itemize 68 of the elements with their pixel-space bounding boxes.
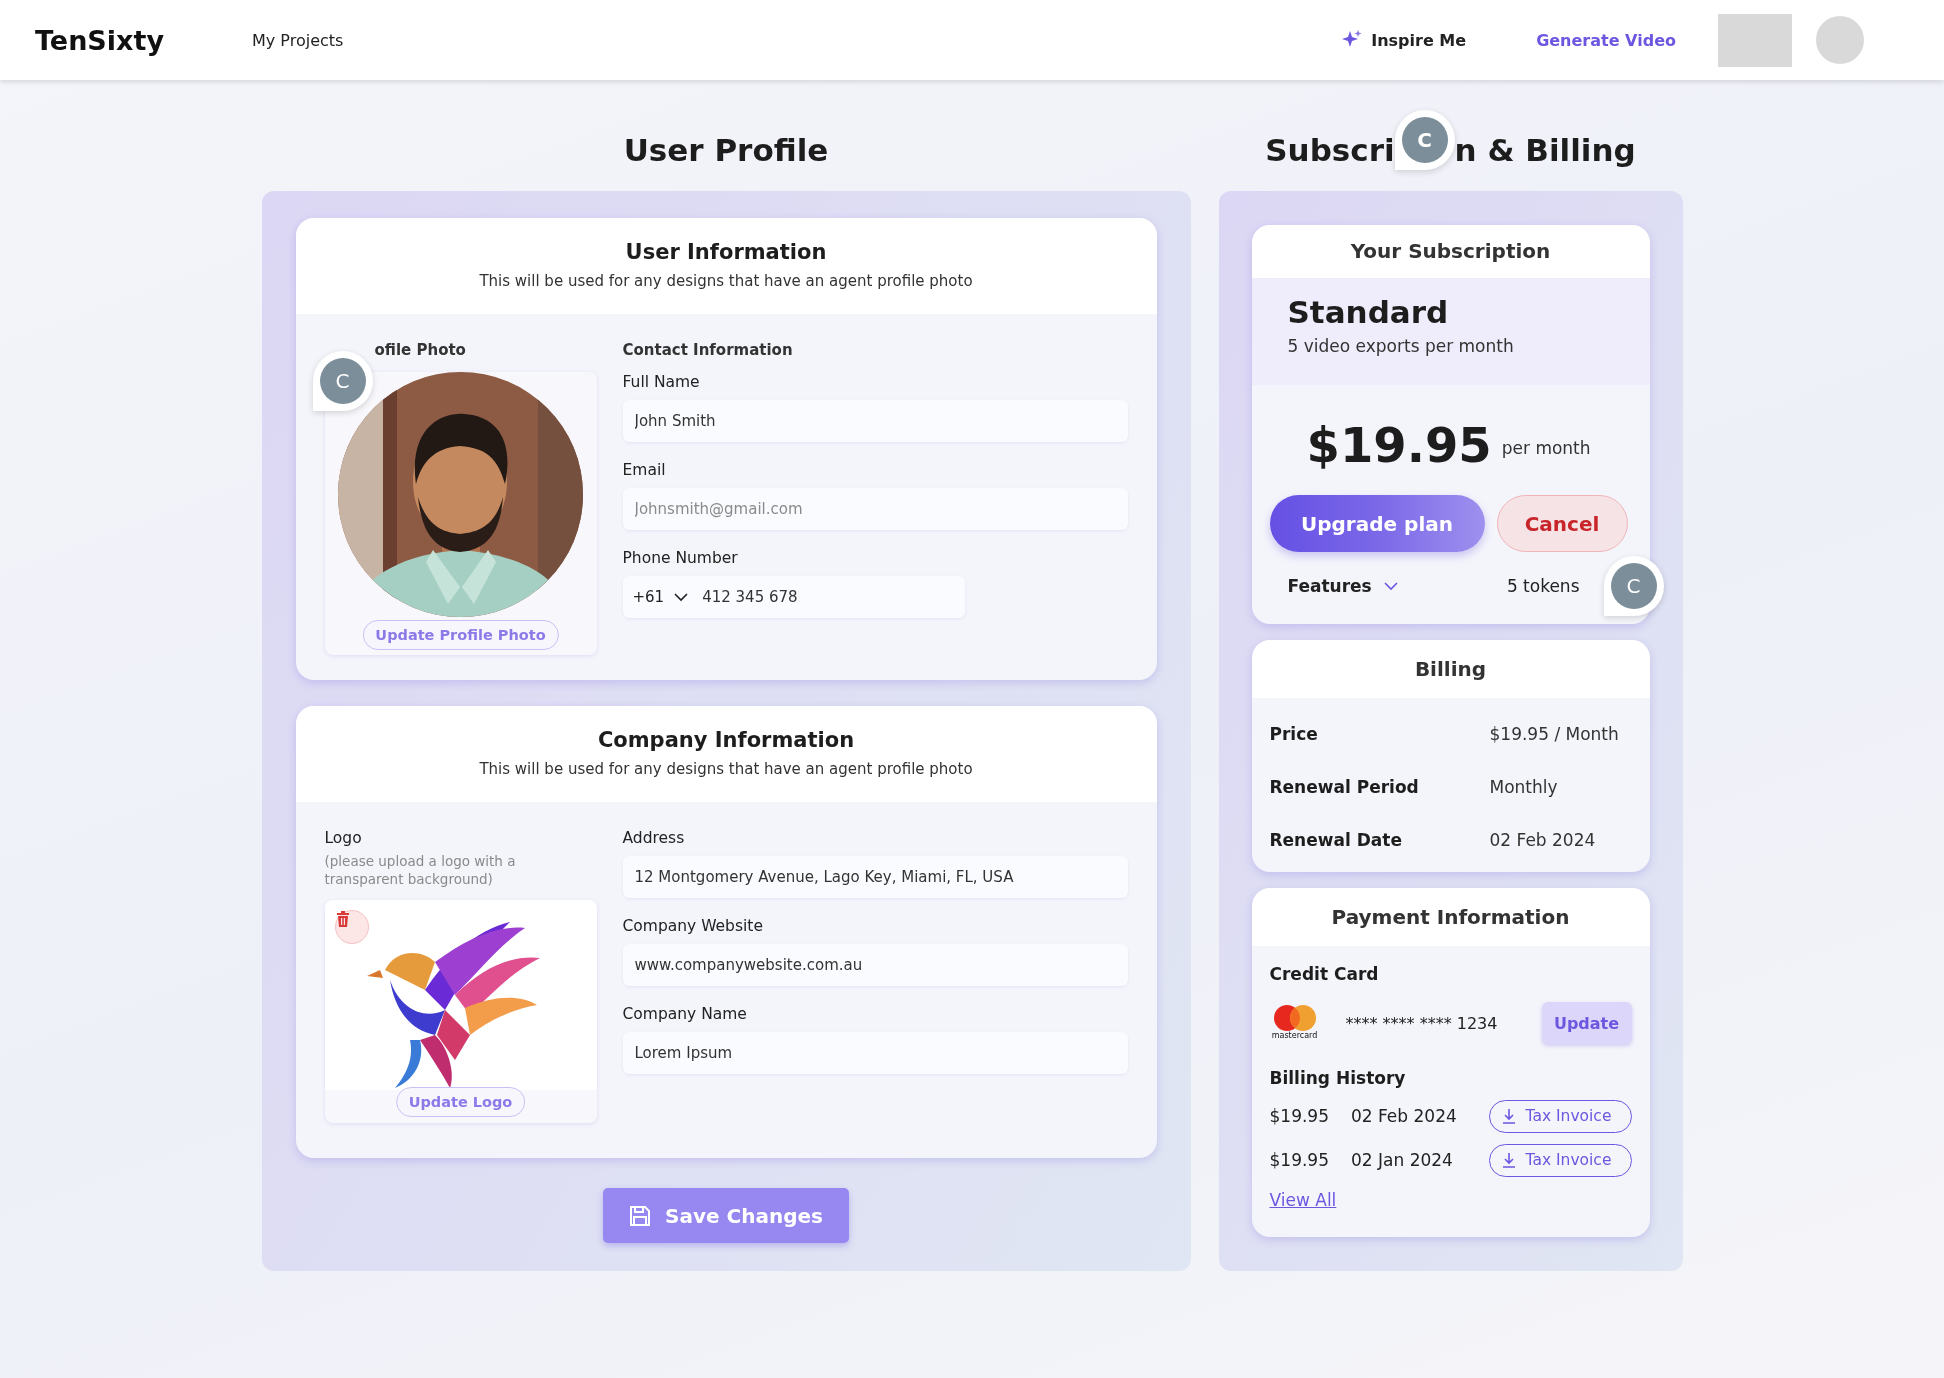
history-amount: $19.95 bbox=[1269, 1106, 1329, 1127]
detail-value: 02 Feb 2024 bbox=[1489, 830, 1597, 851]
nav-link[interactable]: My Projects bbox=[252, 30, 344, 50]
field-label: Address bbox=[622, 828, 686, 848]
update-logo-button[interactable]: Update Logo bbox=[395, 1087, 526, 1117]
generate-video-link[interactable]: Generate Video bbox=[1536, 30, 1676, 50]
input-field[interactable]: 12 Montgomery Avenue, Lago Key, Miami, FL, USA bbox=[622, 856, 1128, 898]
card-title: Billing bbox=[1414, 656, 1487, 681]
input-field[interactable]: John Smith bbox=[622, 400, 1128, 442]
country-code-select[interactable]: +61 bbox=[632, 588, 689, 606]
phone-field[interactable]: +61 412 345 678 bbox=[622, 576, 965, 618]
plan-name: Standard bbox=[1287, 294, 1450, 330]
field-label: Company Website bbox=[622, 916, 764, 936]
upgrade-button[interactable]: Upgrade plan bbox=[1269, 495, 1485, 552]
field-label: Full Name bbox=[622, 372, 701, 392]
download-icon bbox=[1501, 1152, 1516, 1169]
subsection-title: Credit Card bbox=[1269, 964, 1380, 985]
card-brand: mastercard bbox=[1271, 1031, 1318, 1042]
features-toggle[interactable]: Features bbox=[1287, 576, 1398, 596]
field-hint: (please upload a logo with a transparent background) bbox=[324, 852, 517, 888]
card-subtitle: This will be used for any designs that have an agent profile photo bbox=[478, 272, 974, 292]
token-count: 5 tokens bbox=[1506, 576, 1580, 596]
inspire-button[interactable]: Inspire Me bbox=[1341, 29, 1467, 51]
card-title: Company Information bbox=[596, 727, 856, 752]
update-photo-button[interactable]: Update Profile Photo bbox=[362, 620, 559, 650]
section-title: User Profile bbox=[622, 131, 830, 170]
history-date: 02 Feb 2024 bbox=[1351, 1106, 1457, 1127]
input-field[interactable]: Lorem Ipsum bbox=[622, 1032, 1128, 1074]
section-title: Subscri bbox=[1265, 131, 1395, 170]
detail-value: Monthly bbox=[1489, 777, 1559, 798]
save-icon bbox=[629, 1204, 652, 1227]
comment-pin[interactable]: C bbox=[1603, 556, 1664, 616]
card-title: Payment Information bbox=[1331, 905, 1570, 930]
update-button[interactable]: Update bbox=[1541, 1002, 1632, 1045]
price-period: per month bbox=[1501, 438, 1591, 458]
comment-pin[interactable]: C bbox=[312, 351, 373, 411]
card-title: Your Subscription bbox=[1350, 239, 1551, 263]
subsection-title: Billing History bbox=[1269, 1068, 1407, 1089]
cancel-button[interactable]: Cancel bbox=[1496, 495, 1628, 552]
trash-icon bbox=[335, 911, 350, 927]
chevron-down-icon bbox=[674, 592, 689, 602]
field-label: Phone Number bbox=[622, 548, 739, 568]
card-title: User Information bbox=[624, 239, 828, 264]
app-logo[interactable]: TenSixty bbox=[35, 24, 164, 56]
input-field[interactable]: Johnsmith@gmail.com bbox=[622, 488, 1128, 530]
chevron-down-icon bbox=[1383, 581, 1398, 591]
price-amount: $19.95 bbox=[1306, 417, 1492, 473]
detail-value: $19.95 / Month bbox=[1489, 724, 1620, 745]
detail-label: Renewal Date bbox=[1269, 830, 1403, 851]
field-label: Logo bbox=[324, 828, 363, 848]
detail-label: Price bbox=[1269, 724, 1319, 745]
comment-pin[interactable]: C bbox=[1394, 110, 1455, 170]
field-label: Company Name bbox=[622, 1004, 748, 1024]
field-label: ofile Photo bbox=[373, 340, 467, 360]
plan-description: 5 video exports per month bbox=[1287, 336, 1515, 356]
detail-label: Renewal Period bbox=[1269, 777, 1420, 798]
download-icon bbox=[1501, 1108, 1516, 1125]
history-date: 02 Jan 2024 bbox=[1351, 1150, 1453, 1171]
field-label: Email bbox=[622, 460, 667, 480]
card-subtitle: This will be used for any designs that have an agent profile photo bbox=[478, 760, 974, 780]
history-amount: $19.95 bbox=[1269, 1150, 1329, 1171]
view-all-link[interactable]: View All bbox=[1269, 1190, 1337, 1211]
card-logo-icon bbox=[1273, 1005, 1316, 1032]
section-title: n & Billing bbox=[1454, 131, 1636, 170]
save-button[interactable]: Save Changes bbox=[603, 1188, 849, 1243]
input-field[interactable]: www.companywebsite.com.au bbox=[622, 944, 1128, 986]
card-number: **** **** **** 1234 bbox=[1345, 1013, 1498, 1033]
section-label: Contact Information bbox=[622, 340, 794, 360]
